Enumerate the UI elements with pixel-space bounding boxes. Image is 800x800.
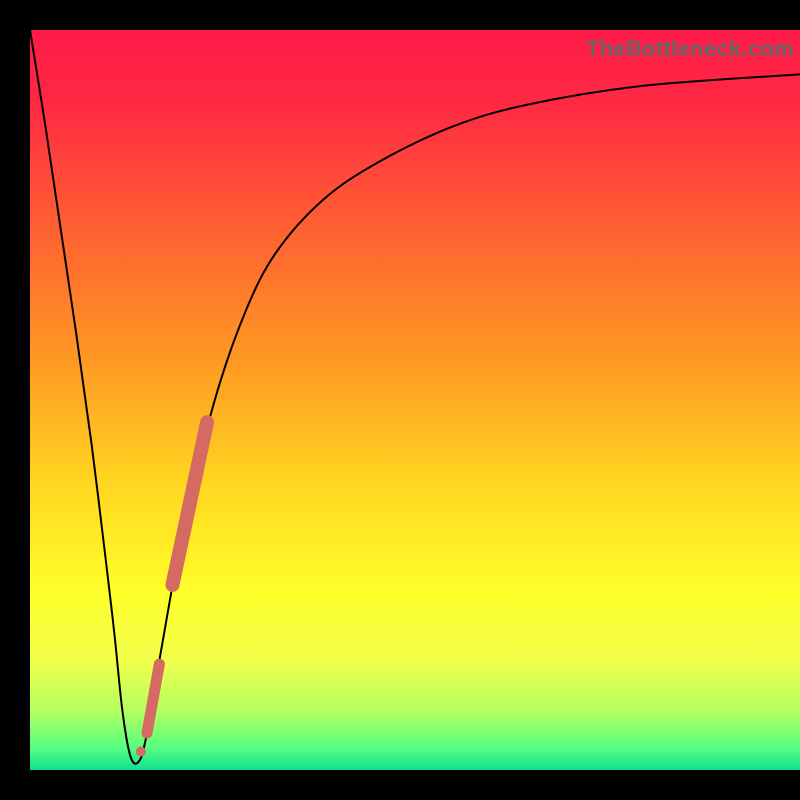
plot-area: TheBottleneck.com — [30, 30, 800, 770]
curve-layer — [30, 30, 800, 770]
salmon-dot — [142, 728, 152, 738]
salmon-dots-group — [136, 728, 152, 757]
bottleneck-curve — [30, 30, 800, 764]
salmon-overlay-short — [147, 664, 159, 733]
chart-frame: TheBottleneck.com — [0, 0, 800, 800]
watermark-text: TheBottleneck.com — [586, 36, 794, 62]
salmon-overlay-long — [172, 422, 207, 585]
salmon-dot — [136, 747, 146, 757]
